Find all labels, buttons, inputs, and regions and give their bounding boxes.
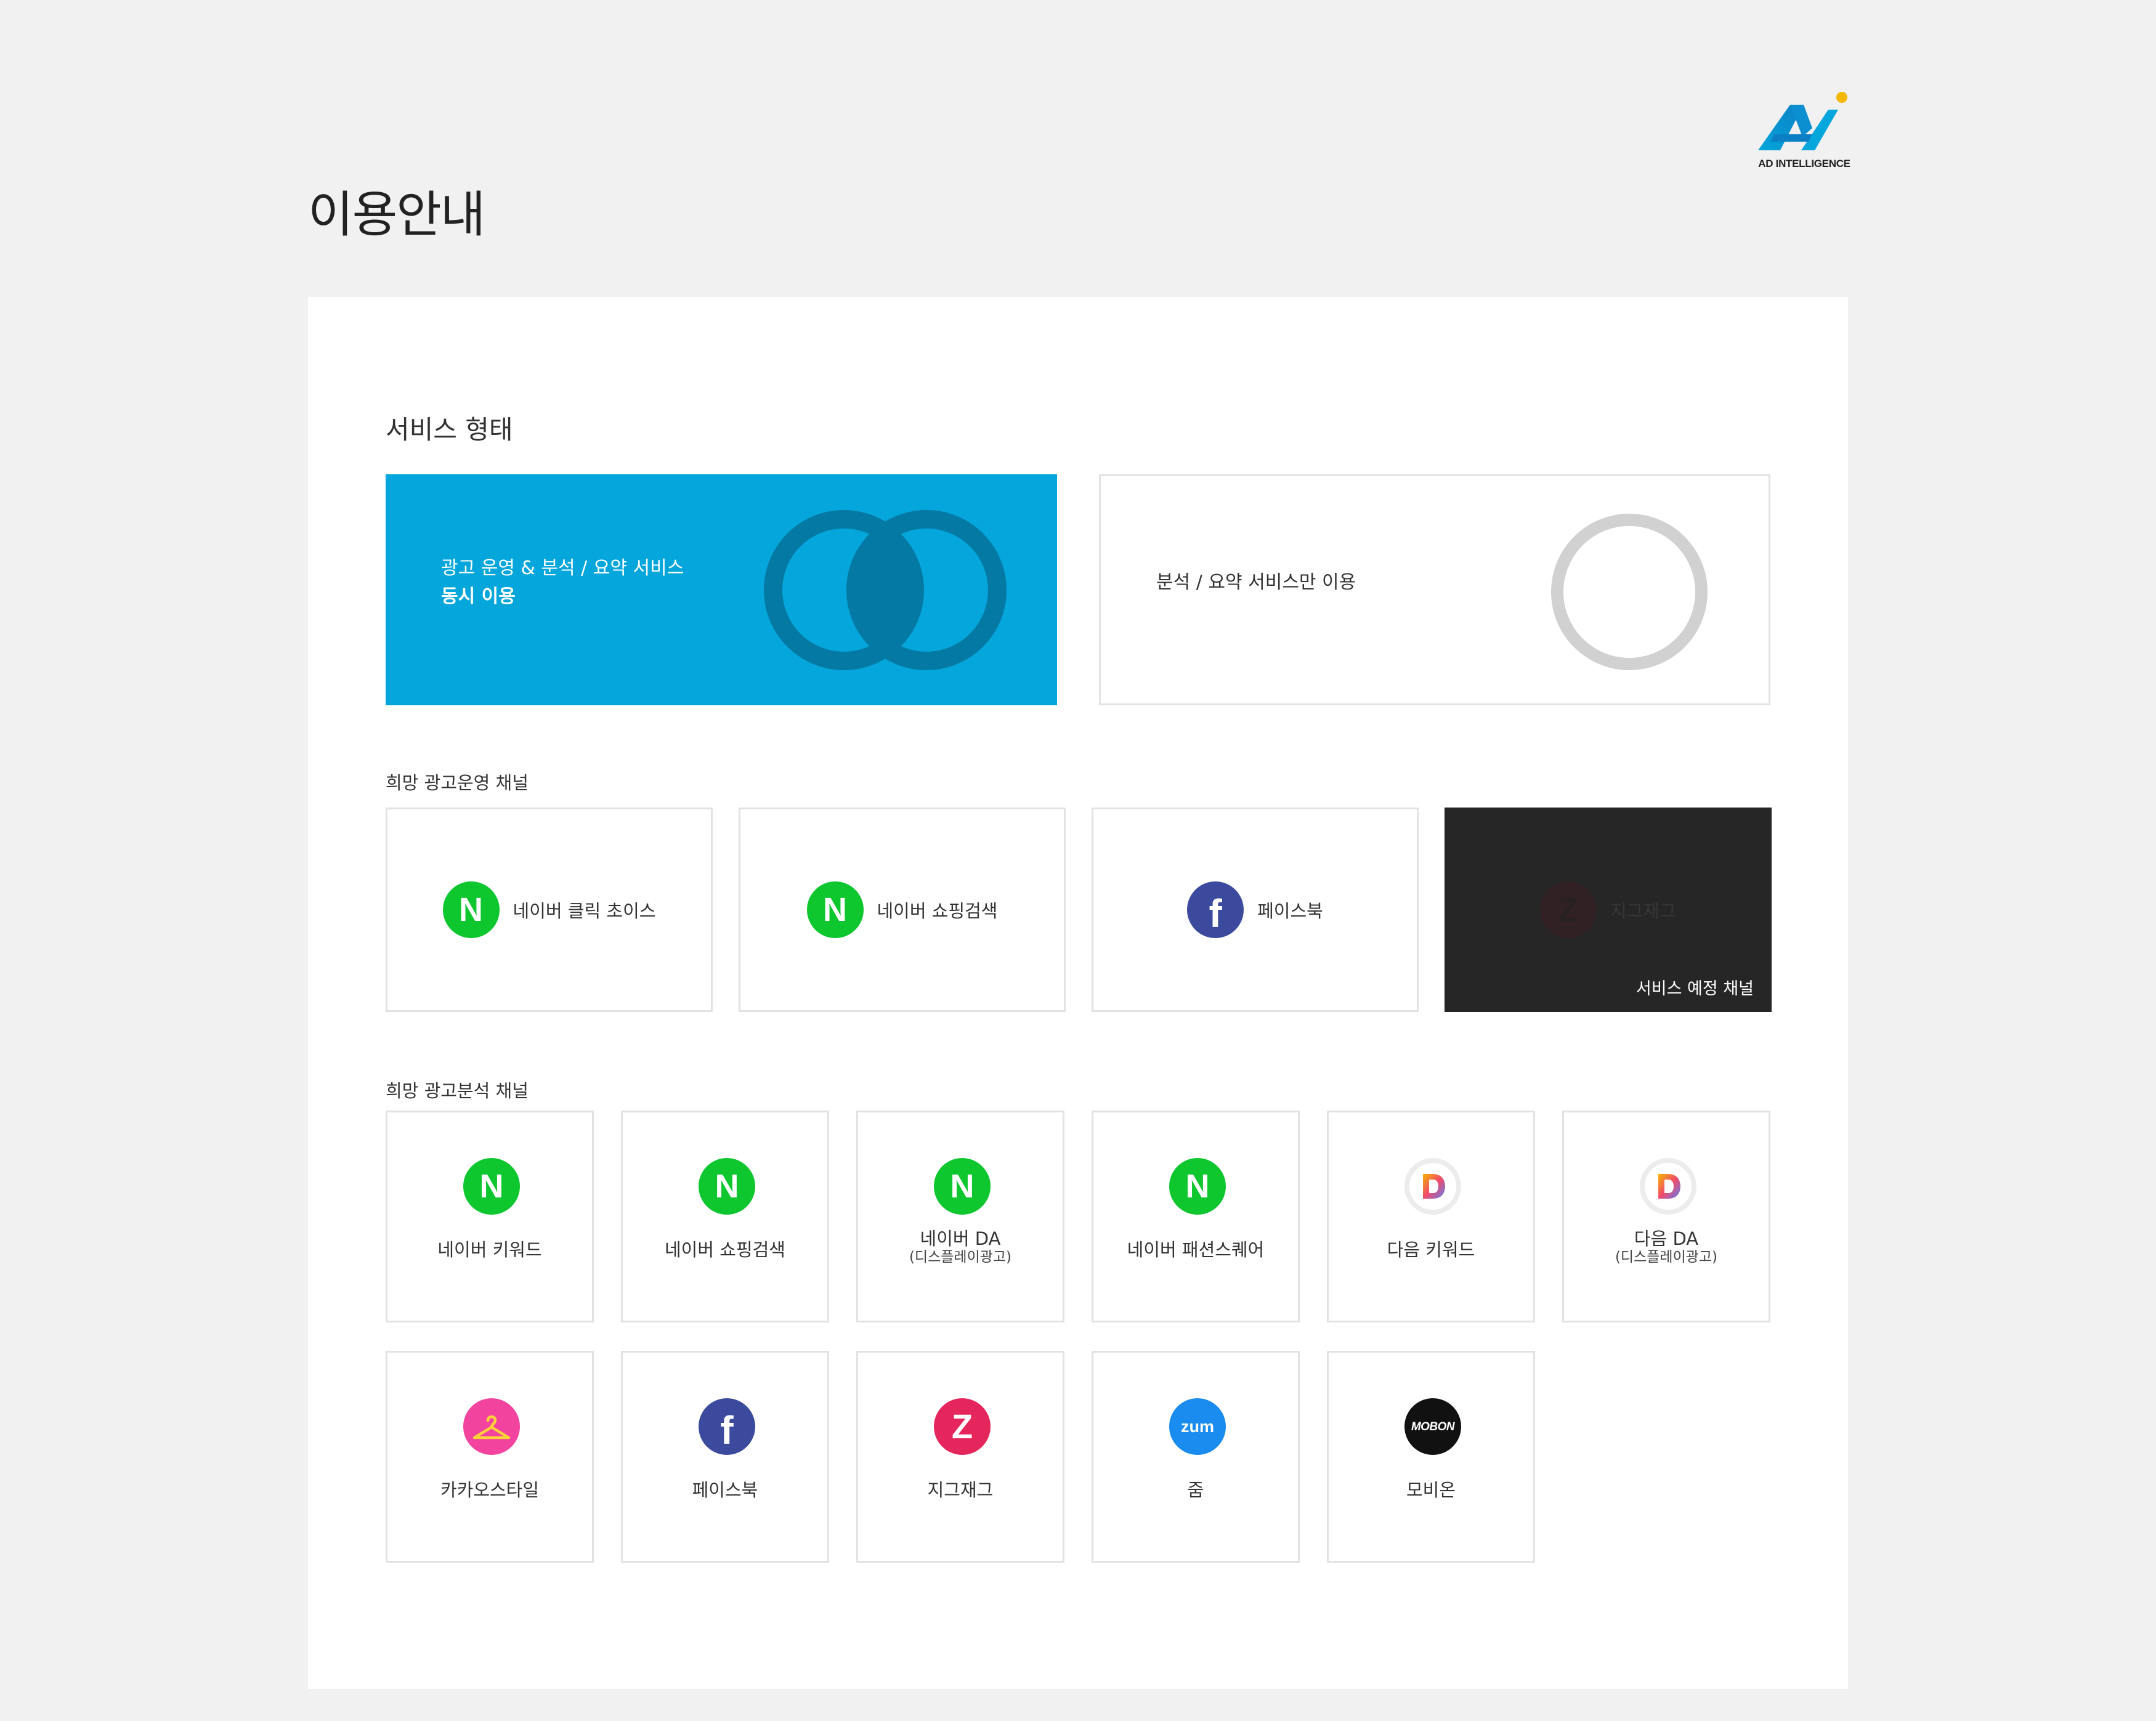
analysis-channel-facebook[interactable]: f 페이스북: [621, 1351, 829, 1563]
zum-icon: zum: [1169, 1398, 1226, 1455]
facebook-icon: f: [699, 1398, 755, 1455]
content-panel: 서비스 형태 광고 운영 & 분석 / 요약 서비스 동시 이용 분석 / 요약…: [308, 297, 1848, 1689]
service-option-combined-line1: 광고 운영 & 분석 / 요약 서비스: [441, 557, 684, 579]
analysis-channel-daum-keyword[interactable]: 다음 키워드: [1327, 1111, 1535, 1322]
service-type-title: 서비스 형태: [386, 415, 513, 445]
daum-icon: [1640, 1158, 1696, 1215]
zigzag-icon: Z: [934, 1398, 991, 1455]
analysis-channel-naver-keyword[interactable]: N 네이버 키워드: [386, 1111, 594, 1322]
analysis-channel-label: 네이버 DA (디스플레이광고): [858, 1228, 1063, 1265]
analysis-channel-title: 희망 광고분석 채널: [386, 1080, 529, 1101]
mobon-icon: MOBON: [1404, 1398, 1461, 1455]
logo-wordmark: AD INTELLIGENCE: [1758, 158, 1850, 169]
single-circle-icon: [1551, 514, 1708, 670]
ops-channel-zigzag: Z 지그재그 서비스 예정 채널: [1445, 808, 1772, 1012]
analysis-channel-naver-da[interactable]: N 네이버 DA (디스플레이광고): [856, 1111, 1064, 1322]
page-title: 이용안내: [308, 186, 485, 243]
service-option-combined-text: 광고 운영 & 분석 / 요약 서비스 동시 이용: [441, 554, 684, 611]
analysis-channel-naver-fashion-square[interactable]: N 네이버 패션스퀘어: [1092, 1111, 1300, 1322]
naver-icon: N: [1169, 1158, 1226, 1215]
daum-icon: [1404, 1158, 1461, 1215]
ops-channel-naver-shopping[interactable]: N 네이버 쇼핑검색: [739, 808, 1066, 1012]
analysis-channel-kakaostyle[interactable]: 카카오스타일: [386, 1351, 594, 1563]
ops-channel-label: 지그재그: [1610, 901, 1676, 921]
analysis-channel-label: 지그재그: [927, 1480, 994, 1500]
analysis-channel-label: 네이버 패션스퀘어: [1127, 1239, 1265, 1260]
ops-channel-label: 네이버 클릭 초이스: [513, 901, 656, 921]
analysis-channel-label: 네이버 쇼핑검색: [665, 1239, 785, 1260]
service-option-combined-line2: 동시 이용: [441, 586, 516, 607]
ops-channel-title: 희망 광고운영 채널: [386, 772, 529, 793]
analysis-channel-naver-shopping[interactable]: N 네이버 쇼핑검색: [621, 1111, 829, 1322]
naver-icon: N: [699, 1158, 755, 1215]
service-option-analysis-only-label: 분석 / 요약 서비스만 이용: [1156, 572, 1356, 593]
analysis-channel-label: 카카오스타일: [440, 1480, 540, 1500]
analysis-channel-sublabel: (디스플레이광고): [1615, 1249, 1718, 1265]
analysis-channel-label: 네이버 키워드: [437, 1239, 542, 1260]
naver-icon: N: [934, 1158, 991, 1215]
naver-icon: N: [463, 1158, 520, 1215]
analysis-channel-sublabel: (디스플레이광고): [909, 1249, 1012, 1265]
analysis-channel-mobon[interactable]: MOBON 모비온: [1327, 1351, 1535, 1563]
analysis-channel-label: 다음 키워드: [1387, 1239, 1475, 1260]
analysis-channel-label: 줌: [1187, 1480, 1204, 1500]
analysis-channel-zigzag[interactable]: Z 지그재그: [856, 1351, 1064, 1563]
upcoming-channel-badge: 서비스 예정 채널: [1635, 979, 1754, 998]
analysis-channel-zum[interactable]: zum 줌: [1092, 1351, 1300, 1563]
naver-icon: N: [806, 881, 864, 938]
naver-icon: N: [442, 881, 500, 938]
zigzag-icon: Z: [1540, 881, 1597, 938]
overlapping-circles-icon: [764, 510, 1007, 670]
ops-channel-naver-click-choice[interactable]: N 네이버 클릭 초이스: [386, 808, 713, 1012]
ops-channel-label: 페이스북: [1257, 901, 1323, 921]
facebook-icon: f: [1187, 881, 1244, 938]
ops-channel-facebook[interactable]: f 페이스북: [1092, 808, 1419, 1012]
analysis-channel-label: 페이스북: [692, 1480, 758, 1500]
analysis-channel-daum-da[interactable]: 다음 DA (디스플레이광고): [1562, 1111, 1770, 1322]
ad-intelligence-logo: AD INTELLIGENCE: [1756, 91, 1850, 175]
ops-channel-label: 네이버 쇼핑검색: [877, 901, 998, 921]
analysis-channel-label: 모비온: [1406, 1480, 1456, 1500]
ai-logo-mark: [1758, 92, 1847, 150]
service-option-combined[interactable]: 광고 운영 & 분석 / 요약 서비스 동시 이용: [386, 474, 1057, 705]
kakaostyle-icon: [463, 1398, 520, 1455]
service-option-analysis-only[interactable]: 분석 / 요약 서비스만 이용: [1099, 474, 1770, 705]
analysis-channel-label: 다음 DA (디스플레이광고): [1564, 1228, 1769, 1265]
